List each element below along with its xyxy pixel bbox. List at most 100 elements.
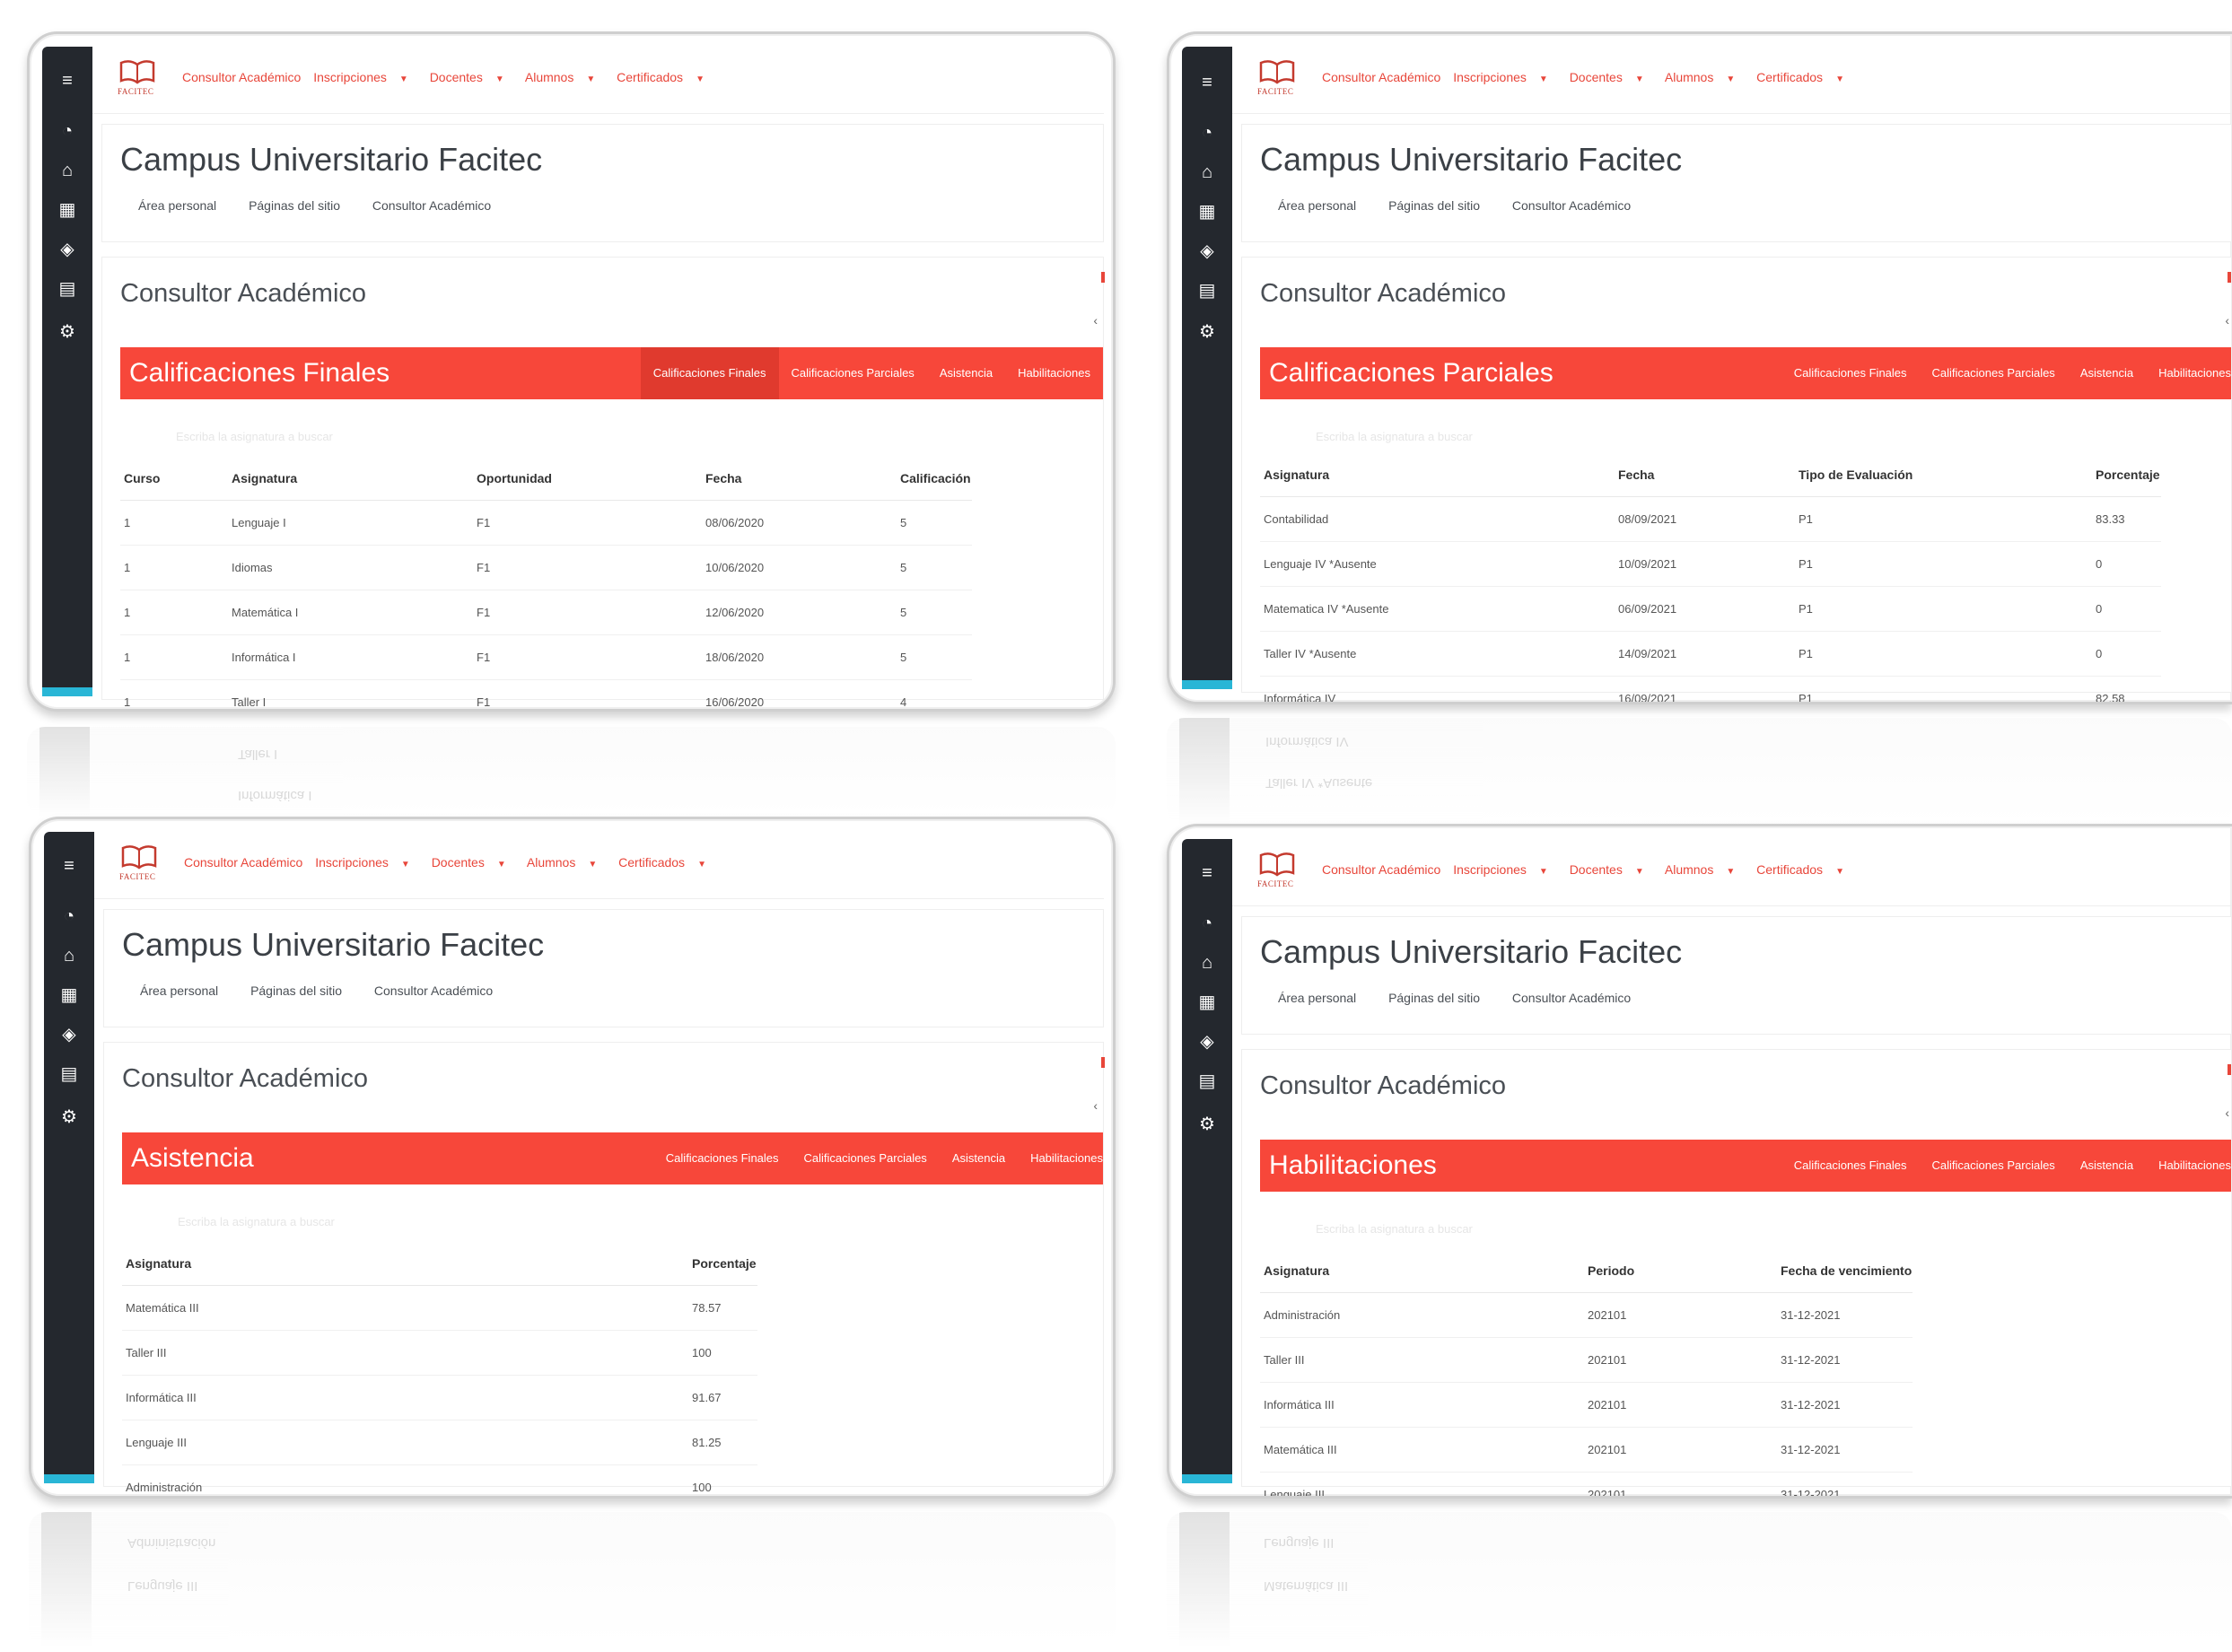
tab-habilitaciones[interactable]: Habilitaciones [2146,347,2231,399]
breadcrumb-consultor[interactable]: Consultor Académico [1512,991,1631,1005]
facitec-logo[interactable]: FACITEC [1257,850,1297,893]
dashboard-icon[interactable]: ◔ [1182,913,1232,934]
column-header[interactable]: Asignatura [1260,453,1615,497]
nav-docentes[interactable]: Docentes ▼ [432,855,515,870]
tab-calificaciones-finales[interactable]: Calificaciones Finales [640,347,779,399]
column-header[interactable]: Porcentaje [2092,453,2161,497]
search-input[interactable]: Escriba la asignatura a buscar [1316,1222,1473,1236]
nav-docentes[interactable]: Docentes ▼ [430,70,513,84]
breadcrumb-consultor[interactable]: Consultor Académico [1512,198,1631,213]
menu-icon[interactable]: ≡ [1182,862,1232,884]
nav-inscripciones[interactable]: Inscripciones ▼ [1453,70,1557,84]
facitec-logo[interactable]: FACITEC [119,843,159,886]
tab-asistencia[interactable]: Asistencia [2068,1140,2146,1192]
nav-consultor[interactable]: Consultor Académico [1322,70,1440,84]
column-header[interactable]: Asignatura [228,457,473,501]
tab-calificaciones-finales[interactable]: Calificaciones Finales [1781,1140,1920,1192]
tab-asistencia[interactable]: Asistencia [940,1132,1018,1184]
tab-asistencia[interactable]: Asistencia [2068,347,2146,399]
tab-habilitaciones[interactable]: Habilitaciones [1005,347,1103,399]
search-input[interactable]: Escriba la asignatura a buscar [176,430,333,443]
gear-icon[interactable]: ⚙ [1182,1114,1232,1135]
nav-alumnos[interactable]: Alumnos ▼ [525,70,604,84]
nav-inscripciones[interactable]: Inscripciones ▼ [313,70,417,84]
tab-calificaciones-parciales[interactable]: Calificaciones Parciales [779,347,927,399]
dashboard-icon[interactable]: ◔ [1182,122,1232,144]
layers-icon[interactable]: ◈ [42,239,92,260]
layers-icon[interactable]: ◈ [44,1024,94,1045]
tab-calificaciones-parciales[interactable]: Calificaciones Parciales [792,1132,940,1184]
calendar-icon[interactable]: ▦ [44,984,94,1006]
layers-icon[interactable]: ◈ [1182,240,1232,262]
chevron-left-icon[interactable]: ‹ [1093,1098,1098,1113]
nav-consultor[interactable]: Consultor Académico [182,70,301,84]
breadcrumb-consultor[interactable]: Consultor Académico [372,198,491,213]
tab-calificaciones-finales[interactable]: Calificaciones Finales [653,1132,792,1184]
books-icon[interactable]: ▤ [42,278,92,300]
breadcrumb-paginas[interactable]: Páginas del sitio [250,983,342,998]
home-icon[interactable]: ⌂ [42,160,92,181]
breadcrumb-paginas[interactable]: Páginas del sitio [249,198,340,213]
breadcrumb-paginas[interactable]: Páginas del sitio [1388,991,1480,1005]
column-header[interactable]: Oportunidad [473,457,702,501]
nav-consultor[interactable]: Consultor Académico [184,855,302,870]
breadcrumb-area-personal[interactable]: Área personal [140,983,218,998]
dashboard-icon[interactable]: ◔ [42,120,92,142]
nav-certificados[interactable]: Certificados ▼ [1756,862,1853,877]
gear-icon[interactable]: ⚙ [44,1106,94,1128]
nav-docentes[interactable]: Docentes ▼ [1570,70,1653,84]
tab-calificaciones-parciales[interactable]: Calificaciones Parciales [1920,347,2068,399]
tab-habilitaciones[interactable]: Habilitaciones [2146,1140,2231,1192]
breadcrumb-area-personal[interactable]: Área personal [1278,991,1356,1005]
chevron-left-icon[interactable]: ‹ [2225,1106,2229,1120]
nav-alumnos[interactable]: Alumnos ▼ [527,855,606,870]
home-icon[interactable]: ⌂ [44,945,94,966]
nav-inscripciones[interactable]: Inscripciones ▼ [1453,862,1557,877]
dashboard-icon[interactable]: ◔ [44,905,94,927]
chevron-left-icon[interactable]: ‹ [1093,313,1098,328]
menu-icon[interactable]: ≡ [1182,72,1232,93]
tab-habilitaciones[interactable]: Habilitaciones [1018,1132,1103,1184]
breadcrumb-area-personal[interactable]: Área personal [138,198,216,213]
column-header[interactable]: Tipo de Evaluación [1795,453,2092,497]
facitec-logo[interactable]: FACITEC [118,57,157,101]
column-header[interactable]: Fecha de vencimiento [1777,1249,1913,1293]
breadcrumb-area-personal[interactable]: Área personal [1278,198,1356,213]
tab-asistencia[interactable]: Asistencia [927,347,1005,399]
column-header[interactable]: Calificación [897,457,972,501]
books-icon[interactable]: ▤ [1182,280,1232,302]
home-icon[interactable]: ⌂ [1182,952,1232,974]
books-icon[interactable]: ▤ [44,1063,94,1085]
gear-icon[interactable]: ⚙ [1182,321,1232,343]
column-header[interactable]: Curso [120,457,228,501]
books-icon[interactable]: ▤ [1182,1071,1232,1092]
nav-consultor[interactable]: Consultor Académico [1322,862,1440,877]
gear-icon[interactable]: ⚙ [42,321,92,343]
nav-alumnos[interactable]: Alumnos ▼ [1665,70,1744,84]
nav-alumnos[interactable]: Alumnos ▼ [1665,862,1744,877]
column-header[interactable]: Fecha [1615,453,1795,497]
menu-icon[interactable]: ≡ [42,70,92,92]
nav-docentes[interactable]: Docentes ▼ [1570,862,1653,877]
column-header[interactable]: Periodo [1584,1249,1777,1293]
column-header[interactable]: Porcentaje [688,1242,757,1286]
calendar-icon[interactable]: ▦ [1182,201,1232,223]
nav-certificados[interactable]: Certificados ▼ [1756,70,1853,84]
column-header[interactable]: Asignatura [1260,1249,1584,1293]
search-input[interactable]: Escriba la asignatura a buscar [178,1215,335,1228]
chevron-left-icon[interactable]: ‹ [2225,313,2229,328]
search-input[interactable]: Escriba la asignatura a buscar [1316,430,1473,443]
nav-certificados[interactable]: Certificados ▼ [618,855,715,870]
home-icon[interactable]: ⌂ [1182,162,1232,183]
breadcrumb-consultor[interactable]: Consultor Académico [374,983,493,998]
nav-inscripciones[interactable]: Inscripciones ▼ [315,855,419,870]
tab-calificaciones-finales[interactable]: Calificaciones Finales [1781,347,1920,399]
calendar-icon[interactable]: ▦ [1182,992,1232,1013]
layers-icon[interactable]: ◈ [1182,1031,1232,1053]
calendar-icon[interactable]: ▦ [42,199,92,221]
tab-calificaciones-parciales[interactable]: Calificaciones Parciales [1920,1140,2068,1192]
facitec-logo[interactable]: FACITEC [1257,57,1297,101]
breadcrumb-paginas[interactable]: Páginas del sitio [1388,198,1480,213]
nav-certificados[interactable]: Certificados ▼ [617,70,713,84]
column-header[interactable]: Fecha [702,457,897,501]
